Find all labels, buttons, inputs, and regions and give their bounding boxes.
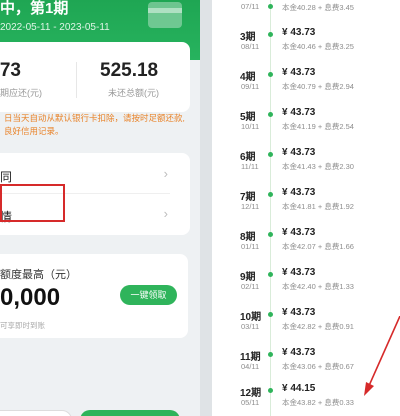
period-name: 11期 [240, 352, 261, 363]
schedule-row: 8期 01/11 ¥ 43.73 本金42.07 + 息费1.66 [212, 224, 400, 262]
timeline-dot [268, 272, 273, 277]
quota-subtext: 可享即时到账 [0, 321, 45, 330]
period-date: 09/11 [241, 82, 260, 91]
period-name: 3期 [240, 32, 256, 43]
period-amount: ¥ 43.73 [282, 67, 316, 78]
timeline-dot [268, 192, 273, 197]
period-detail: 本金41.19 + 息费2.54 [282, 122, 354, 131]
period-detail: 本金42.07 + 息费1.66 [282, 242, 354, 251]
schedule-row: 5期 10/11 ¥ 43.73 本金41.19 + 息费2.54 [212, 104, 400, 142]
period-detail: 本金41.43 + 息费2.30 [282, 162, 354, 171]
arrow-annotation-icon [364, 316, 400, 396]
period-date: 04/11 [241, 362, 260, 371]
timeline-dot [268, 232, 273, 237]
period-name: 6期 [240, 152, 256, 163]
summary-card: 3.73 期应还(元) 525.18 未还总额(元) [0, 42, 190, 112]
period-detail: 本金42.82 + 息费0.91 [282, 322, 354, 331]
outstanding-total-label: 未还总额(元) [108, 88, 159, 98]
period-date: 07/11 [241, 2, 260, 11]
loan-date-range: 2022-05-11 - 2023-05-11 [0, 22, 110, 33]
period-detail: 本金41.81 + 息费1.92 [282, 202, 354, 211]
period-detail: 本金43.82 + 息费0.33 [282, 398, 354, 407]
notice-line: 日当天自动从默认银行卡扣除，请按时足额还款, [4, 113, 185, 123]
period-name: 4期 [240, 72, 256, 83]
loan-title: 中，第1期 [0, 0, 69, 17]
period-date: 01/11 [241, 242, 260, 251]
period-detail: 本金40.79 + 息费2.94 [282, 82, 354, 91]
period-amount: ¥ 43.73 [282, 187, 316, 198]
menu-item-label: 同 [0, 170, 13, 184]
quota-amount: 0,000 [0, 284, 61, 311]
timeline-dot [268, 4, 273, 9]
timeline-dot [268, 352, 273, 357]
claim-button[interactable]: 一键领取 [120, 285, 177, 305]
schedule-row: 6期 11/11 ¥ 43.73 本金41.43 + 息费2.30 [212, 144, 400, 182]
period-date: 03/11 [241, 322, 260, 331]
period-detail: 本金40.46 + 息费3.25 [282, 42, 354, 51]
period-date: 12/11 [241, 202, 260, 211]
period-amount: ¥ 43.73 [282, 27, 316, 38]
period-amount: ¥ 43.73 [282, 267, 316, 278]
schedule-row-partial: 07/11 本金40.28 + 息费3.45 [212, 0, 400, 16]
outstanding-total-value: 525.18 [100, 60, 159, 81]
period-date: 08/11 [241, 42, 260, 51]
period-amount: ¥ 43.73 [282, 227, 316, 238]
repayment-notice: 日当天自动从默认银行卡扣除，请按时足额还款, 良好信用记录。 [0, 112, 190, 156]
schedule-row: 4期 09/11 ¥ 43.73 本金40.79 + 息费2.94 [212, 64, 400, 102]
period-name: 10期 [240, 312, 262, 323]
schedule-row: 9期 02/11 ¥ 43.73 本金42.40 + 息费1.33 [212, 264, 400, 302]
period-date: 05/11 [241, 398, 260, 407]
period-amount: ¥ 43.73 [282, 107, 316, 118]
period-date: 10/11 [241, 122, 260, 131]
period-detail: 本金40.28 + 息费3.45 [282, 3, 354, 12]
period-name: 12期 [240, 388, 262, 399]
schedule-row: 7期 12/11 ¥ 43.73 本金41.81 + 息费1.92 [212, 184, 400, 222]
quota-card: 额度最高（元） 0,000 可享即时到账 一键领取 [0, 254, 188, 338]
highlight-box [0, 184, 65, 222]
summary-divider [76, 62, 77, 98]
period-name: 8期 [240, 232, 256, 243]
timeline-dot [268, 388, 273, 393]
notice-line: 良好信用记录。 [4, 126, 64, 136]
period-amount: ¥ 43.73 [282, 347, 316, 358]
timeline-dot [268, 152, 273, 157]
period-name: 9期 [240, 272, 256, 283]
current-due-value: 3.73 [0, 60, 21, 81]
timeline-dot [268, 312, 273, 317]
repayment-schedule-panel: 07/11 本金40.28 + 息费3.45 3期 08/11 ¥ 43.73 … [212, 0, 400, 416]
timeline-dot [268, 112, 273, 117]
period-detail: 本金43.06 + 息费0.67 [282, 362, 354, 371]
period-amount: ¥ 44.15 [282, 383, 316, 394]
loan-overview-panel: 中，第1期 2022-05-11 - 2023-05-11 3.73 期应还(元… [0, 0, 200, 416]
period-amount: ¥ 43.73 [282, 147, 316, 158]
bottom-primary-button[interactable] [80, 410, 180, 416]
chevron-right-icon: › [163, 206, 168, 221]
current-due-label: 期应还(元) [0, 88, 42, 98]
timeline-dot [268, 72, 273, 77]
schedule-row: 3期 08/11 ¥ 43.73 本金40.46 + 息费3.25 [212, 24, 400, 62]
quota-title: 额度最高（元） [0, 269, 77, 281]
period-amount: ¥ 43.73 [282, 307, 316, 318]
timeline-dot [268, 32, 273, 37]
period-name: 7期 [240, 192, 256, 203]
chevron-right-icon: › [163, 166, 168, 181]
period-detail: 本金42.40 + 息费1.33 [282, 282, 354, 291]
bottom-secondary-button[interactable] [0, 410, 72, 416]
period-name: 5期 [240, 112, 256, 123]
period-date: 11/11 [241, 162, 259, 171]
period-date: 02/11 [241, 282, 260, 291]
card-icon [148, 2, 182, 28]
